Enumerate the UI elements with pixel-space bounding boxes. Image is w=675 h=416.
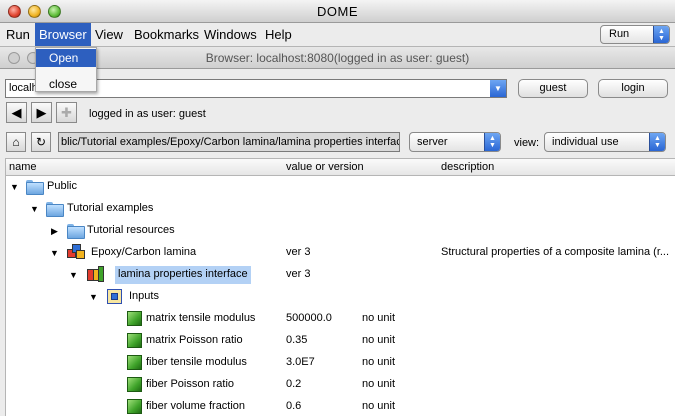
menu-bookmarks[interactable]: Bookmarks [130, 23, 203, 46]
parameter-cube-icon [127, 311, 142, 326]
row-name: fiber Poisson ratio [146, 378, 235, 390]
menu-help[interactable]: Help [261, 23, 296, 46]
run-select[interactable]: Run ▲ ▼ [600, 25, 670, 44]
row-name: Inputs [129, 290, 159, 302]
row-unit: no unit [362, 334, 396, 346]
table-row[interactable]: ▼ Public [6, 176, 675, 198]
browser-tree-table: name value or version description ▼ Publ… [5, 158, 675, 416]
menu-close-item[interactable]: close [36, 75, 96, 93]
plus-icon: ✚ [61, 105, 72, 120]
row-name: matrix Poisson ratio [146, 334, 243, 346]
browser-window-bar: Browser: localhost:8080(logged in as use… [0, 47, 675, 69]
folder-icon [26, 180, 44, 195]
back-arrow-icon: ◀ [11, 105, 22, 120]
location-select[interactable]: server ▲ ▼ [409, 132, 501, 152]
menu-bar: Run Browser View Bookmarks Windows Help … [0, 23, 675, 47]
back-button[interactable]: ◀ [6, 102, 27, 123]
row-name: Epoxy/Carbon lamina [91, 246, 197, 258]
table-header: name value or version description [6, 159, 675, 176]
row-value: 0.6 [286, 400, 302, 412]
table-row[interactable]: matrix tensile modulus 500000.0 no unit [6, 308, 675, 330]
row-name: Tutorial examples [67, 202, 154, 214]
forward-button[interactable]: ▶ [31, 102, 52, 123]
row-name: fiber tensile modulus [146, 356, 247, 368]
title-bar: DOME [0, 0, 675, 23]
row-value: ver 3 [286, 246, 311, 258]
select-arrows-icon: ▲ ▼ [653, 26, 669, 43]
table-row[interactable]: fiber Poisson ratio 0.2 no unit [6, 374, 675, 396]
parameter-cube-icon [127, 355, 142, 370]
interface-icon [87, 266, 105, 283]
row-description: Structural properties of a composite lam… [441, 246, 670, 258]
view-label: view: [514, 137, 540, 149]
folder-icon [67, 224, 85, 239]
row-value: ver 3 [286, 268, 311, 280]
expand-triangle-icon[interactable]: ▼ [69, 270, 79, 280]
row-value: 500000.0 [286, 312, 332, 324]
home-icon: ⌂ [12, 135, 20, 149]
location-select-value: server [417, 136, 448, 148]
add-button[interactable]: ✚ [56, 102, 77, 123]
table-row[interactable]: ▼ Inputs [6, 286, 675, 308]
parameter-cube-icon [127, 399, 142, 414]
row-name: Public [47, 180, 77, 192]
window-title: DOME [317, 4, 358, 19]
path-field[interactable]: blic/Tutorial examples/Epoxy/Carbon lami… [58, 132, 400, 152]
table-row[interactable]: matrix Poisson ratio 0.35 no unit [6, 330, 675, 352]
login-status: logged in as user: guest [89, 108, 206, 120]
row-unit: no unit [362, 312, 396, 324]
column-header-name[interactable]: name [9, 161, 37, 173]
table-row[interactable]: ▼ Tutorial examples [6, 198, 675, 220]
view-select[interactable]: individual use ▲ ▼ [544, 132, 666, 152]
row-unit: no unit [362, 378, 396, 390]
parameter-cube-icon [127, 377, 142, 392]
row-name: lamina properties interface [118, 268, 248, 280]
table-row[interactable]: fiber tensile modulus 3.0E7 no unit [6, 352, 675, 374]
menu-open-item[interactable]: Open [36, 49, 96, 67]
collapsed-triangle-icon[interactable]: ▶ [51, 226, 61, 236]
select-arrows-icon: ▲ ▼ [649, 133, 665, 151]
parameter-cube-icon [127, 333, 142, 348]
view-select-value: individual use [552, 136, 619, 148]
filter-icon [106, 288, 124, 305]
expand-triangle-icon[interactable]: ▼ [30, 204, 40, 214]
table-row[interactable]: ▶ Tutorial resources [6, 220, 675, 242]
model-icon [67, 244, 85, 261]
row-unit: no unit [362, 400, 396, 412]
column-header-value[interactable]: value or version [286, 161, 364, 173]
refresh-icon: ↻ [35, 135, 47, 149]
run-select-value: Run [609, 28, 630, 40]
expand-triangle-icon[interactable]: ▼ [10, 182, 20, 192]
home-button[interactable]: ⌂ [6, 132, 26, 152]
row-name: Tutorial resources [87, 224, 175, 236]
url-history-dropdown-icon[interactable]: ▼ [490, 80, 506, 97]
table-row-selected[interactable]: ▼ lamina properties interface ver 3 [6, 264, 675, 286]
forward-arrow-icon: ▶ [36, 105, 47, 120]
row-value: 3.0E7 [286, 356, 315, 368]
row-name: matrix tensile modulus [146, 312, 256, 324]
url-value: localh [9, 82, 38, 94]
login-button[interactable]: login [598, 79, 668, 98]
row-value: 0.35 [286, 334, 308, 346]
expand-triangle-icon[interactable]: ▼ [89, 292, 99, 302]
folder-icon [46, 202, 64, 217]
menu-run[interactable]: Run [2, 23, 34, 46]
expand-triangle-icon[interactable]: ▼ [50, 248, 60, 258]
refresh-button[interactable]: ↻ [31, 132, 51, 152]
column-header-description[interactable]: description [441, 161, 494, 173]
row-unit: no unit [362, 356, 396, 368]
browser-window-title: Browser: localhost:8080(logged in as use… [205, 51, 470, 65]
menu-browser[interactable]: Browser [35, 23, 91, 46]
row-value: 0.2 [286, 378, 302, 390]
table-row[interactable]: fiber volume fraction 0.6 no unit [6, 396, 675, 416]
menu-view[interactable]: View [91, 23, 127, 46]
menu-windows[interactable]: Windows [200, 23, 261, 46]
row-name: fiber volume fraction [146, 400, 246, 412]
table-row[interactable]: ▼ Epoxy/Carbon lamina ver 3 Structural p… [6, 242, 675, 264]
browser-menu-dropdown: Open close [35, 47, 97, 92]
user-button[interactable]: guest [518, 79, 588, 98]
select-arrows-icon: ▲ ▼ [484, 133, 500, 151]
